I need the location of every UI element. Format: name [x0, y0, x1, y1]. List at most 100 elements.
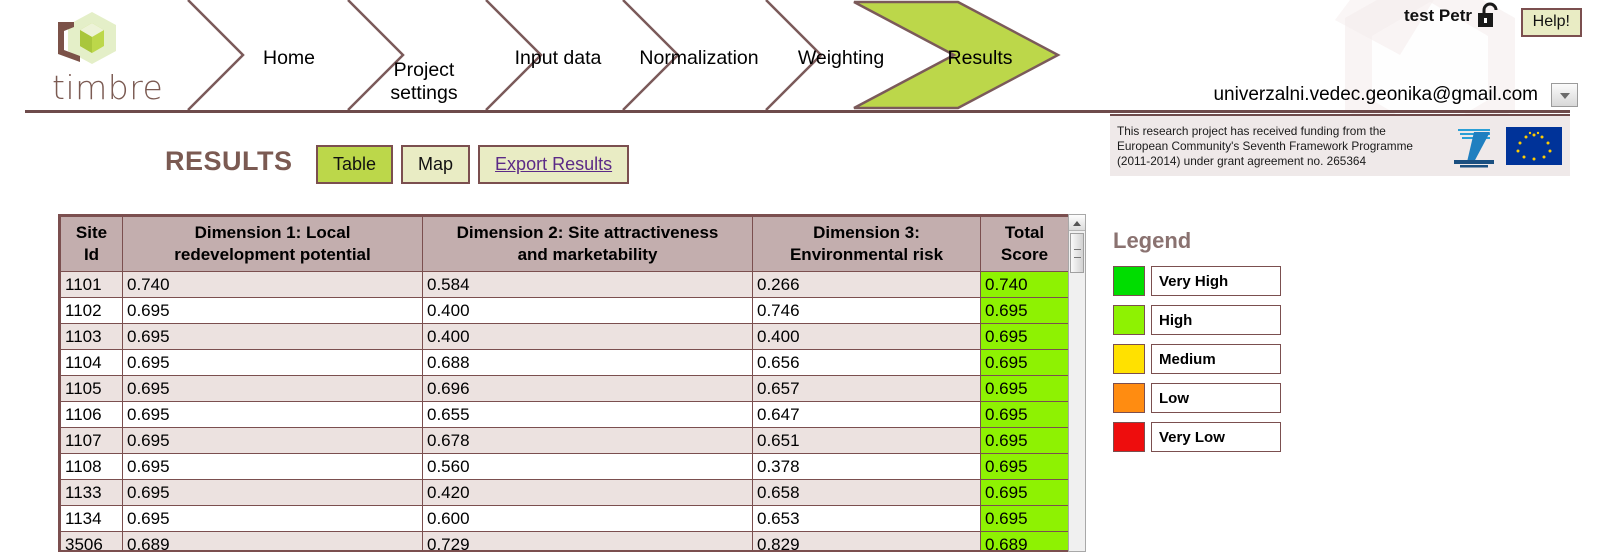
cell-dimension-3: 0.657: [752, 375, 981, 402]
cell-dimension-1: 0.695: [122, 297, 423, 324]
legend-title: Legend: [1113, 228, 1192, 253]
cell-site-id: 1134: [60, 505, 123, 532]
cell-dimension-1: 0.695: [122, 427, 423, 454]
cell-dimension-3: 0.746: [752, 297, 981, 324]
nav-label: Home: [262, 47, 316, 69]
cell-dimension-1: 0.695: [122, 375, 423, 402]
legend-item: Medium: [1113, 344, 1313, 374]
cell-dimension-1: 0.695: [122, 479, 423, 506]
column-header-dimension-2[interactable]: Dimension 2: Site attractiveness and mar…: [422, 216, 753, 272]
unlock-icon[interactable]: [1476, 2, 1502, 30]
results-table: Site Id Dimension 1: Local redevelopment…: [60, 216, 1069, 550]
cell-site-id: 1106: [60, 401, 123, 428]
column-header-total-score[interactable]: Total Score: [980, 216, 1069, 272]
cell-dimension-2: 0.729: [422, 531, 753, 550]
legend-rows: Very High High Medium Low Very Low: [1113, 266, 1313, 452]
table-row[interactable]: 1102 0.695 0.400 0.746 0.695: [60, 297, 1069, 324]
cell-dimension-3: 0.658: [752, 479, 981, 506]
cell-total-score: 0.695: [980, 479, 1069, 506]
account-dropdown-chevron-down-icon[interactable]: [1551, 83, 1578, 107]
table-row[interactable]: 1105 0.695 0.696 0.657 0.695: [60, 375, 1069, 402]
nav-item-input-data[interactable]: Input data: [498, 47, 618, 70]
legend-item: Low: [1113, 383, 1313, 413]
cell-site-id: 1101: [60, 271, 123, 298]
nav-item-weighting[interactable]: Weighting: [776, 47, 906, 70]
header-divider: [25, 110, 1570, 113]
cell-site-id: 1133: [60, 479, 123, 506]
table-vertical-scrollbar[interactable]: [1068, 214, 1086, 552]
cell-total-score: 0.695: [980, 323, 1069, 350]
cell-total-score: 0.695: [980, 453, 1069, 480]
cell-dimension-3: 0.400: [752, 323, 981, 350]
timbre-logo[interactable]: timbre: [30, 8, 170, 108]
cell-total-score: 0.695: [980, 297, 1069, 324]
nav-item-results[interactable]: Results: [910, 47, 1050, 70]
nav-item-home[interactable]: Home: [234, 47, 344, 70]
table-row[interactable]: 1107 0.695 0.678 0.651 0.695: [60, 427, 1069, 454]
legend-item: Very Low: [1113, 422, 1313, 452]
cell-site-id: 1107: [60, 427, 123, 454]
cell-dimension-3: 0.378: [752, 453, 981, 480]
map-view-button[interactable]: Map: [401, 145, 471, 184]
results-page: timbre Home Project settings Input data …: [0, 0, 1600, 552]
legend-label: High: [1151, 305, 1281, 335]
column-header-dimension-3[interactable]: Dimension 3: Environmental risk: [752, 216, 981, 272]
column-header-site-id[interactable]: Site Id: [60, 216, 123, 272]
table-row[interactable]: 1108 0.695 0.560 0.378 0.695: [60, 453, 1069, 480]
column-header-dimension-1[interactable]: Dimension 1: Local redevelopment potenti…: [122, 216, 423, 272]
european-union-flag-icon: [1506, 127, 1562, 165]
nav-label: Normalization: [639, 47, 759, 69]
export-results-link[interactable]: Export Results: [478, 145, 630, 184]
cell-dimension-3: 0.656: [752, 349, 981, 376]
nav-item-project-settings[interactable]: Project settings: [364, 36, 484, 105]
nav-label: Results: [947, 47, 1013, 69]
cell-dimension-2: 0.400: [422, 297, 753, 324]
cell-total-score: 0.740: [980, 271, 1069, 298]
table-row[interactable]: 1101 0.740 0.584 0.266 0.740: [60, 271, 1069, 298]
table-header-row: Site Id Dimension 1: Local redevelopment…: [60, 216, 1069, 272]
table-view-button[interactable]: Table: [316, 145, 394, 184]
scroll-up-arrow-icon[interactable]: [1069, 215, 1085, 231]
user-name: test Petr: [1403, 6, 1472, 25]
cell-total-score: 0.695: [980, 349, 1069, 376]
cell-dimension-3: 0.266: [752, 271, 981, 298]
legend-label: Very High: [1151, 266, 1281, 296]
legend-item: Very High: [1113, 266, 1313, 296]
cell-dimension-3: 0.653: [752, 505, 981, 532]
fp7-logo-icon: [1454, 129, 1494, 168]
legend-color-swatch: [1113, 422, 1145, 452]
nav-item-normalization[interactable]: Normalization: [626, 47, 772, 70]
legend-label: Very Low: [1151, 422, 1281, 452]
cell-dimension-1: 0.695: [122, 453, 423, 480]
cell-dimension-2: 0.584: [422, 271, 753, 298]
cell-dimension-1: 0.695: [122, 401, 423, 428]
cell-site-id: 1102: [60, 297, 123, 324]
scrollbar-thumb[interactable]: [1070, 233, 1084, 273]
cell-total-score: 0.695: [980, 401, 1069, 428]
cell-dimension-2: 0.600: [422, 505, 753, 532]
table-row[interactable]: 1103 0.695 0.400 0.400 0.695: [60, 323, 1069, 350]
table-row[interactable]: 1104 0.695 0.688 0.656 0.695: [60, 349, 1069, 376]
help-button[interactable]: Help!: [1520, 8, 1582, 37]
legend-color-swatch: [1113, 344, 1145, 374]
legend-label: Low: [1151, 383, 1281, 413]
table-row[interactable]: 1106 0.695 0.655 0.647 0.695: [60, 401, 1069, 428]
cell-total-score: 0.695: [980, 427, 1069, 454]
table-row[interactable]: 1134 0.695 0.600 0.653 0.695: [60, 505, 1069, 532]
table-row[interactable]: 3506 0.689 0.729 0.829 0.689: [60, 531, 1069, 550]
cell-total-score: 0.689: [980, 531, 1069, 550]
legend-color-swatch: [1113, 383, 1145, 413]
results-table-container: Site Id Dimension 1: Local redevelopment…: [58, 214, 1070, 552]
cell-dimension-3: 0.829: [752, 531, 981, 550]
cell-dimension-2: 0.678: [422, 427, 753, 454]
results-table-body: 1101 0.740 0.584 0.266 0.740 1102 0.695 0.400 0.…: [60, 271, 1069, 550]
cell-dimension-1: 0.695: [122, 349, 423, 376]
table-row[interactable]: 1133 0.695 0.420 0.658 0.695: [60, 479, 1069, 506]
funding-text: This research project has received fundi…: [1117, 123, 1413, 168]
cell-dimension-1: 0.740: [122, 271, 423, 298]
cell-site-id: 1104: [60, 349, 123, 376]
user-email: univerzalni.vedec.geonika@gmail.com: [1213, 84, 1538, 105]
cell-dimension-1: 0.695: [122, 323, 423, 350]
cell-dimension-1: 0.695: [122, 505, 423, 532]
cell-dimension-2: 0.688: [422, 349, 753, 376]
